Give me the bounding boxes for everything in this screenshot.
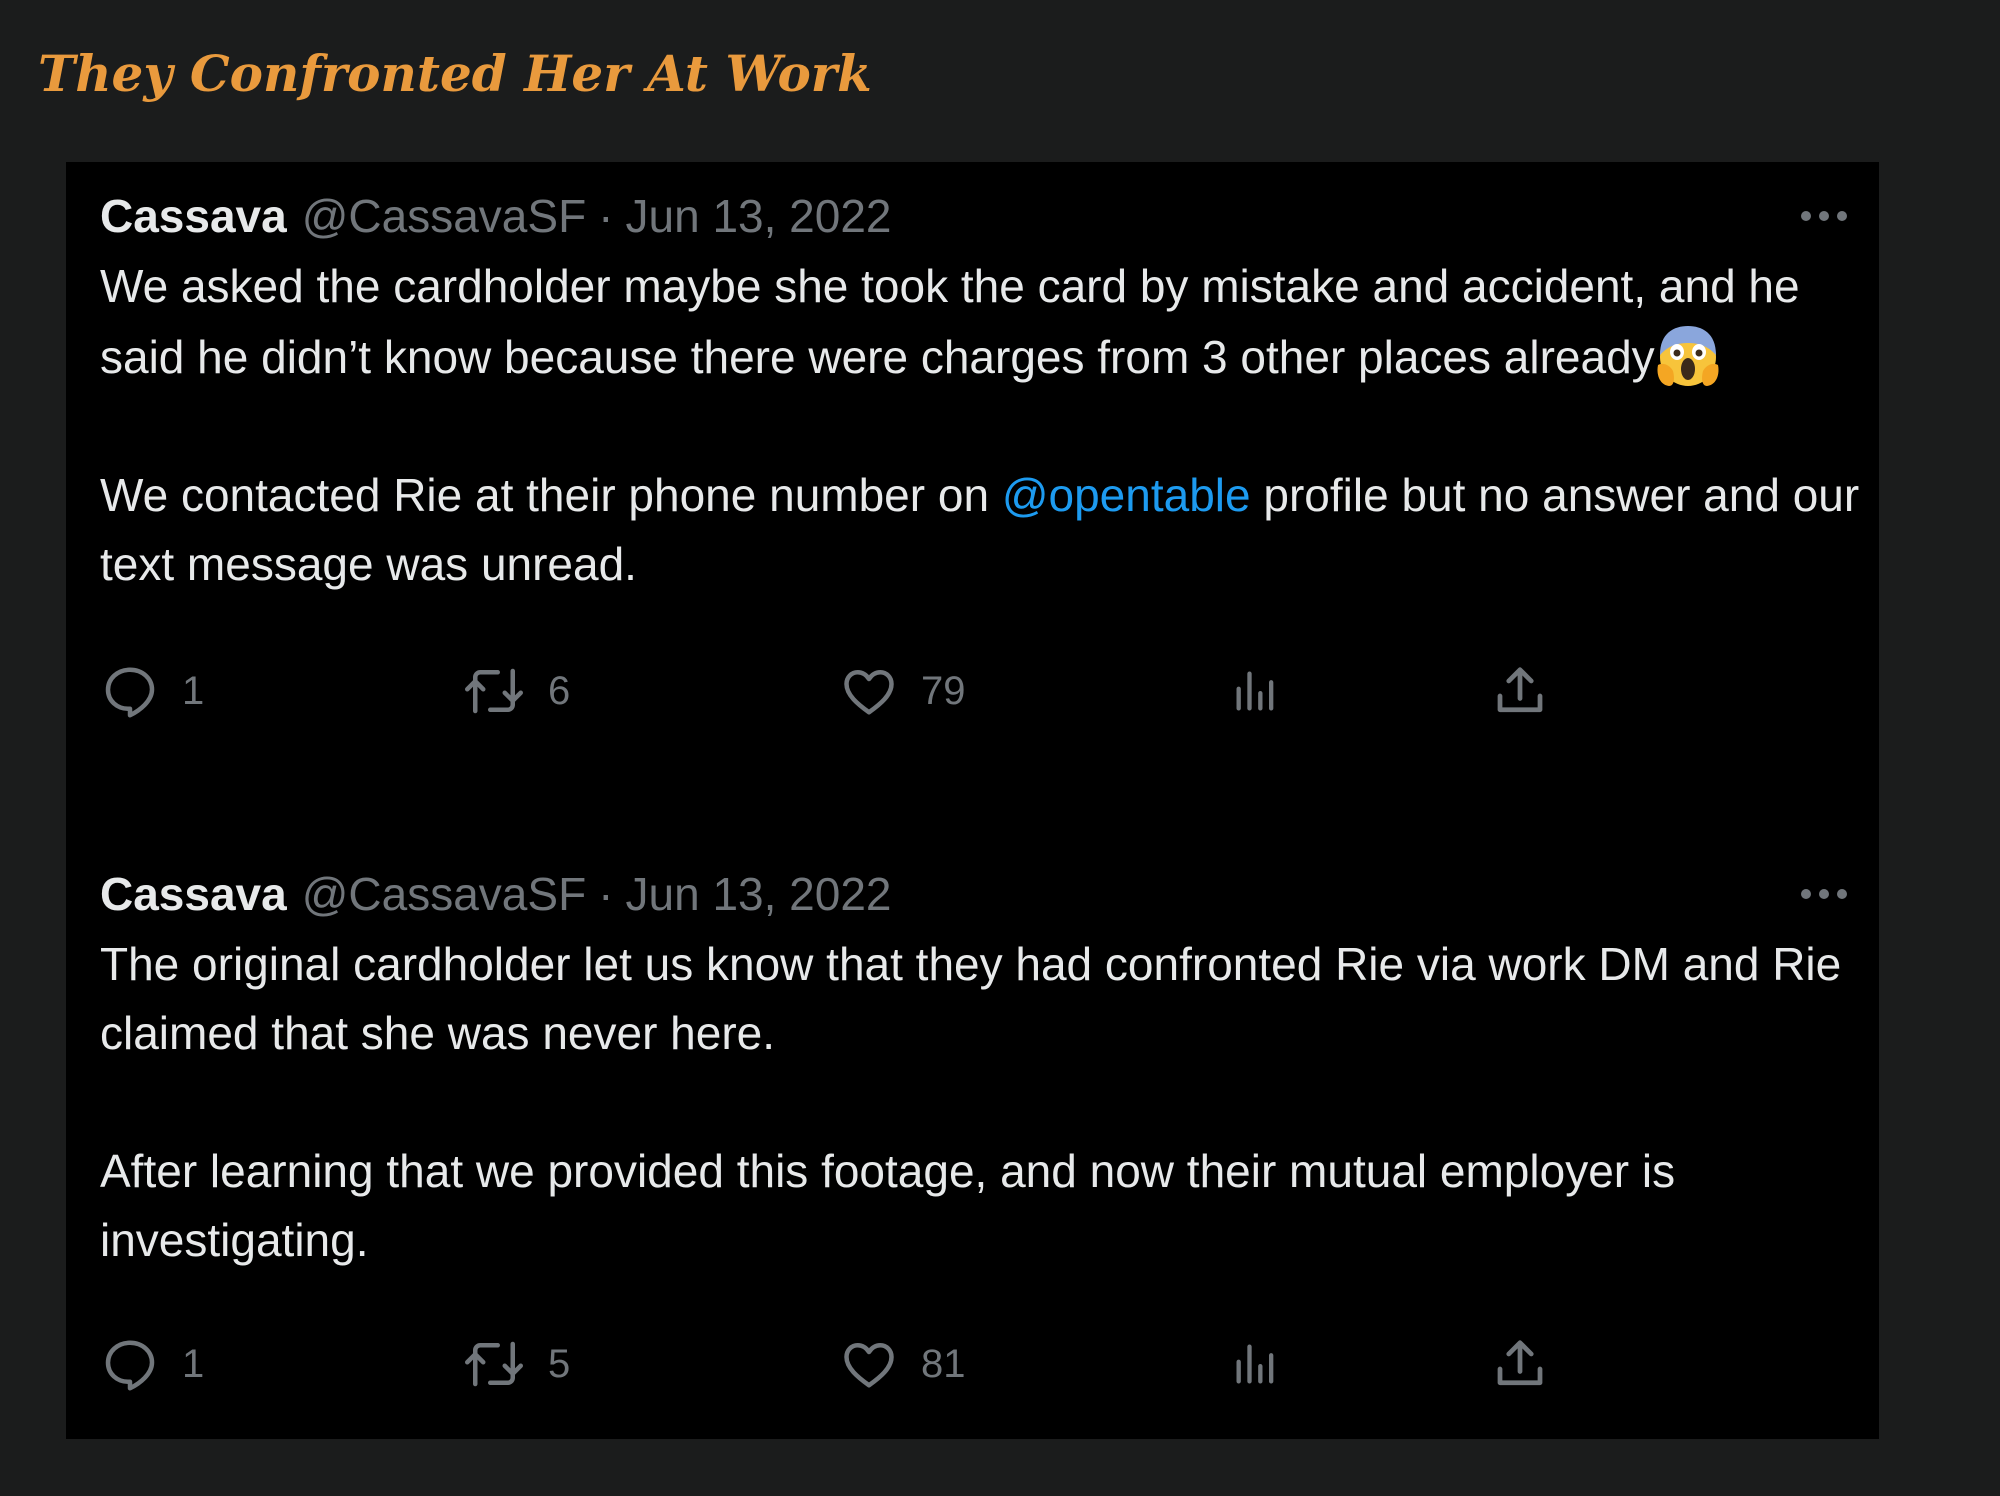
retweet-count: 5: [548, 1341, 571, 1386]
tweet-text: The original cardholder let us know that…: [100, 930, 1860, 1275]
tweets-screenshot: Cassava @CassavaSF · Jun 13, 2022 We ask…: [66, 162, 1879, 1439]
more-icon: [1801, 889, 1847, 899]
tweet-paragraph-text: We contacted Rie at their phone number o…: [100, 469, 1002, 521]
like-button[interactable]: 81: [839, 1324, 966, 1404]
share-icon: [1497, 667, 1543, 713]
views-button[interactable]: [1230, 651, 1282, 731]
reply-button[interactable]: 1: [100, 651, 204, 731]
author-name[interactable]: Cassava: [100, 189, 287, 243]
reply-button[interactable]: 1: [100, 1324, 204, 1404]
heart-icon: [844, 1343, 894, 1388]
like-button[interactable]: 79: [839, 651, 966, 731]
tweet: Cassava @CassavaSF · Jun 13, 2022 We ask…: [100, 182, 1860, 731]
share-button[interactable]: [1490, 651, 1550, 731]
like-count: 79: [921, 668, 966, 713]
views-icon: [1236, 1344, 1274, 1384]
tweet-date[interactable]: Jun 13, 2022: [626, 867, 892, 921]
more-options-button[interactable]: [1794, 872, 1854, 916]
author-handle[interactable]: @CassavaSF: [302, 189, 586, 243]
reply-count: 1: [182, 1341, 205, 1386]
face-screaming-in-fear-icon: [1657, 326, 1719, 386]
author-name[interactable]: Cassava: [100, 867, 287, 921]
tweet-date[interactable]: Jun 13, 2022: [626, 189, 892, 243]
heart-icon: [844, 670, 894, 715]
views-button[interactable]: [1230, 1324, 1282, 1404]
article-heading: They Confronted Her At Work: [38, 44, 872, 103]
more-icon: [1801, 211, 1847, 221]
reply-icon: [105, 667, 155, 718]
tweet-text: We asked the cardholder maybe she took t…: [100, 252, 1860, 599]
tweet-header: Cassava @CassavaSF · Jun 13, 2022: [100, 182, 1860, 250]
tweet: Cassava @CassavaSF · Jun 13, 2022 The or…: [100, 860, 1860, 1404]
reply-icon: [105, 1340, 155, 1391]
retweet-count: 6: [548, 668, 571, 713]
tweet-paragraph-text: We asked the cardholder maybe she took t…: [100, 260, 1800, 383]
tweet-action-bar: 1 6 79: [100, 651, 1860, 731]
like-count: 81: [921, 1341, 966, 1386]
tweet-paragraph: We contacted Rie at their phone number o…: [100, 461, 1860, 599]
mention-link[interactable]: @opentable: [1002, 469, 1251, 521]
views-icon: [1236, 671, 1274, 711]
share-icon: [1497, 1340, 1543, 1386]
separator: ·: [598, 868, 614, 920]
retweet-icon: [465, 668, 523, 714]
share-button[interactable]: [1490, 1324, 1550, 1404]
tweet-header: Cassava @CassavaSF · Jun 13, 2022: [100, 860, 1860, 928]
retweet-button[interactable]: 5: [462, 1324, 570, 1404]
more-options-button[interactable]: [1794, 194, 1854, 238]
separator: ·: [598, 190, 614, 242]
tweet-paragraph: We asked the cardholder maybe she took t…: [100, 252, 1860, 392]
retweet-icon: [465, 1341, 523, 1387]
reply-count: 1: [182, 668, 205, 713]
author-handle[interactable]: @CassavaSF: [302, 867, 586, 921]
tweet-paragraph: After learning that we provided this foo…: [100, 1145, 1676, 1266]
tweet-action-bar: 1 5 81: [100, 1324, 1860, 1404]
retweet-button[interactable]: 6: [462, 651, 570, 731]
tweet-paragraph: The original cardholder let us know that…: [100, 938, 1842, 1059]
